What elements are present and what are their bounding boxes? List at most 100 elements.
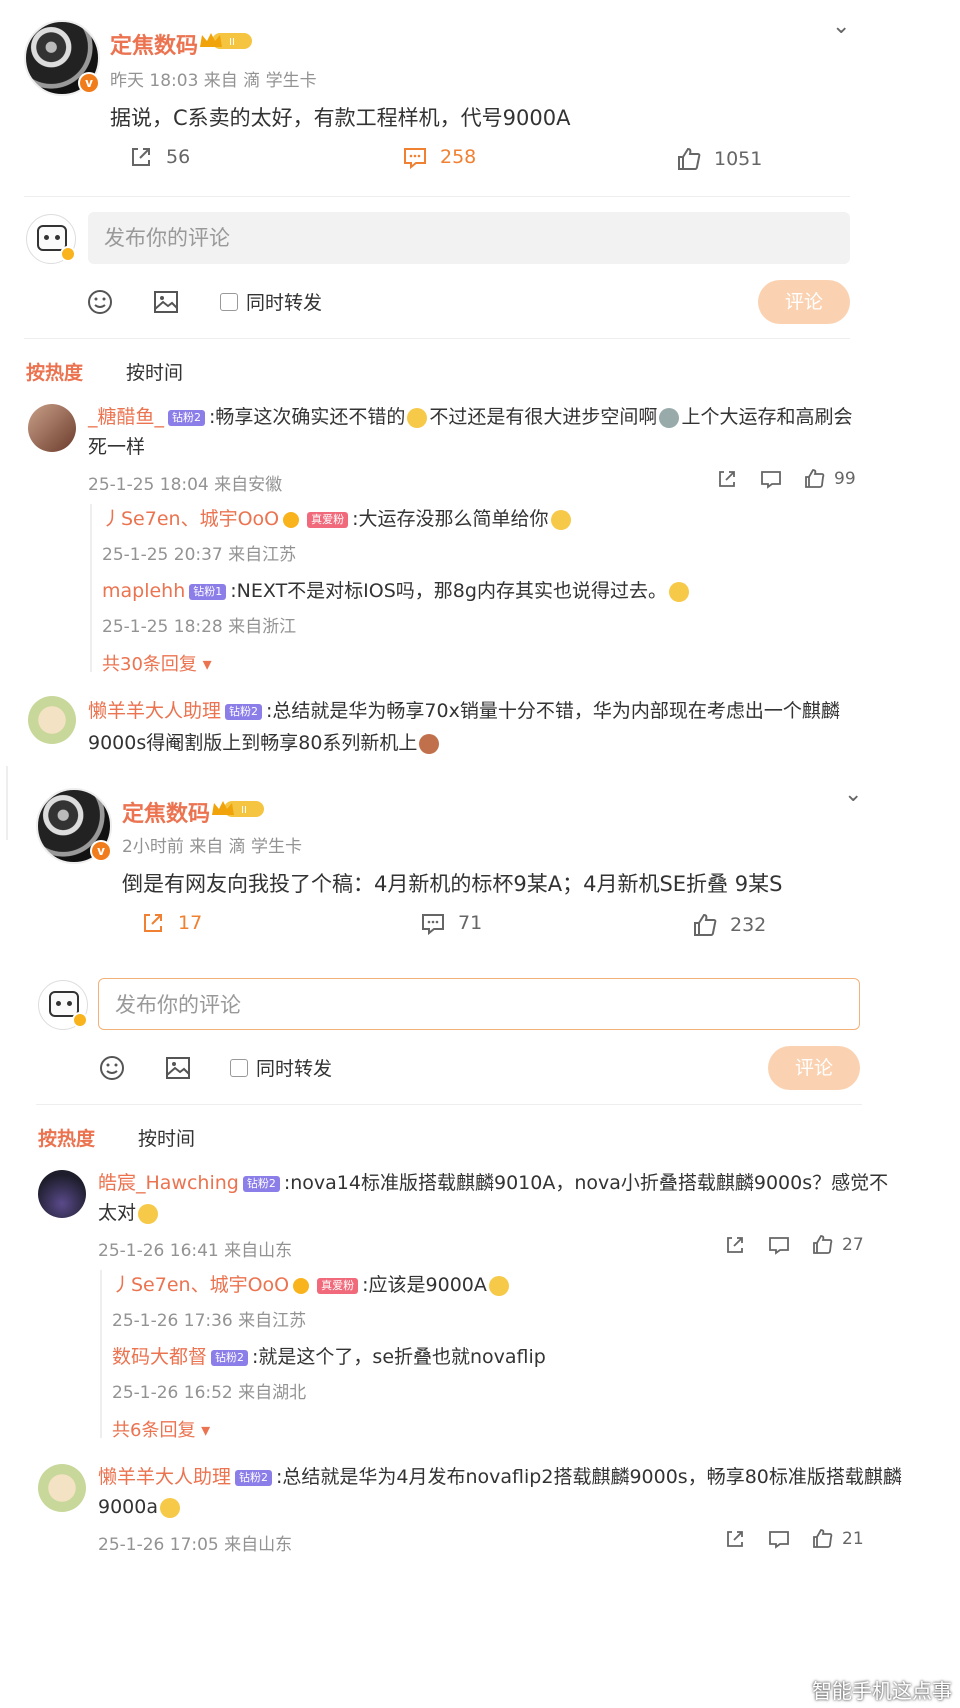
comment-reply-button[interactable] [768,1528,790,1550]
fan-badge: 钻粉2 [235,1469,273,1486]
commenter-name[interactable]: 懒羊羊大人助理 [98,1466,231,1488]
post-text: 据说，C系卖的太好，有款工程样机，代号9000A [110,106,571,130]
reply-text: 丿Se7en、城宇OoO 真爱粉:大运存没那么简单给你 [102,504,573,534]
also-repost-checkbox[interactable]: 同时转发 [230,1054,332,1081]
emoji-crying-icon [659,407,680,428]
comment-body: 不过还是有很大进步空间啊 [429,406,658,428]
divider [24,338,850,339]
submit-comment-button[interactable]: 评论 [758,280,850,324]
my-verified-icon [60,246,76,262]
author-name[interactable]: 定焦数码 [110,28,198,60]
comment-body: :总结就是华为畅享70x销量十分不错，华为内部现在考虑出一个麒麟 [266,700,840,722]
also-repost-label: 同时转发 [256,1058,333,1080]
repost-count: 17 [178,912,203,934]
commenter-name[interactable]: 皓宸_Hawching [98,1172,239,1194]
post-1: v 定焦数码 II 昨天 18:03 来自 滴 学生卡 ⌄ 据说，C系卖的太好，… [0,0,960,830]
verified-badge-icon: v [90,840,112,862]
watermark-text: 智能手机这点事 [812,1679,952,1703]
chevron-down-icon[interactable]: ⌄ [844,782,862,807]
commenter-avatar[interactable] [28,696,76,744]
reply-body: :NEXT不是对标IOS吗，那8g内存其实也说得过去。 [230,580,667,602]
emoji-dog-icon [488,1275,509,1296]
also-repost-checkbox[interactable]: 同时转发 [220,288,322,315]
reply-meta: 25-1-26 16:52 来自湖北 [112,1383,307,1403]
more-replies-link[interactable]: 共30条回复 ▾ [102,650,212,676]
post-text: 倒是有网友向我投了个稿：4月新机的标杯9某A；4月新机SE折叠 9某S [122,872,783,896]
fan-badge: 真爱粉 [307,511,349,528]
comment-repost-button[interactable] [724,1234,746,1256]
comment-body: :nova14标准版搭载麒麟9010A，nova小折叠搭载麒麟9000s？感觉不 [283,1172,889,1194]
replier-name[interactable]: 丿Se7en、城宇OoO [102,508,279,530]
comment-button[interactable]: 258 [402,144,476,170]
sort-by-hot-tab[interactable]: 按热度 [38,1124,95,1151]
comment-body: :畅享这次确实还不错的 [209,406,406,428]
reply-body: :就是这个了，se折叠也就novaflip [252,1346,546,1368]
reply-text: maplehh 钻粉1:NEXT不是对标IOS吗，那8g内存其实也说得过去。 [102,576,691,606]
submit-comment-button[interactable]: 评论 [768,1046,860,1090]
sort-by-hot-tab[interactable]: 按热度 [26,358,83,385]
commenter-name[interactable]: 懒羊羊大人助理 [88,700,221,722]
crown-level-icon: II [200,33,252,49]
repost-icon [719,471,735,487]
emoji-dog-icon [550,509,571,530]
commenter-avatar[interactable] [38,1170,86,1218]
checkbox-box[interactable] [230,1058,248,1077]
reply-body: :大运存没那么简单给你 [352,508,549,530]
repost-button[interactable]: 17 [140,910,202,936]
commenter-avatar[interactable] [28,404,76,452]
divider [24,196,850,197]
thumbs-up-icon [813,1529,833,1548]
replier-name[interactable]: 数码大都督 [112,1346,207,1368]
comment-button[interactable]: 71 [420,910,482,936]
fan-badge: 钻粉2 [211,1349,249,1366]
emoji-icon[interactable] [86,288,114,316]
repost-icon [132,148,150,166]
chevron-down-icon[interactable]: ⌄ [832,14,850,39]
like-button[interactable]: 232 [692,912,766,938]
comment-reply-button[interactable] [768,1234,790,1256]
like-button[interactable]: 1051 [676,146,762,172]
comment-like-button[interactable]: 99 [804,468,856,490]
also-repost-label: 同时转发 [246,292,323,314]
thumbs-up-icon [813,1235,833,1254]
emoji-icon[interactable] [98,1054,126,1082]
thumbs-up-icon [678,147,701,170]
commenter-avatar[interactable] [38,1464,86,1512]
replier-name[interactable]: 丿Se7en、城宇OoO [112,1274,289,1296]
fan-badge: 钻粉2 [242,1175,280,1192]
reply-meta: 25-1-25 18:28 来自浙江 [102,617,297,637]
comment-count: 258 [440,146,477,168]
emoji-laugh-icon [668,581,689,602]
author-name[interactable]: 定焦数码 [122,796,210,828]
divider [6,766,8,840]
checkbox-box[interactable] [220,292,238,311]
more-replies-link[interactable]: 共6条回复 ▾ [112,1416,210,1442]
repost-icon [727,1237,743,1253]
comment-like-count: 27 [842,1235,864,1255]
reply-meta: 25-1-25 20:37 来自江苏 [102,545,297,565]
verified-icon [283,511,300,528]
comment-reply-button[interactable] [760,468,782,490]
commenter-name[interactable]: _糖醋鱼_ [88,406,164,428]
fan-badge: 钻粉2 [225,703,263,720]
comment-input[interactable]: 发布你的评论 [88,212,850,264]
repost-button[interactable]: 56 [128,144,190,170]
my-verified-icon [72,1012,88,1028]
comment-repost-button[interactable] [716,468,738,490]
like-count: 232 [730,914,767,936]
emoji-dog-icon [160,1497,180,1518]
comment-repost-button[interactable] [724,1528,746,1550]
reply-text: 丿Se7en、城宇OoO 真爱粉:应该是9000A [112,1270,511,1300]
comment-text: 皓宸_Hawching 钻粉2:nova14标准版搭载麒麟9010A，nova小折… [98,1168,888,1198]
image-icon[interactable] [164,1054,192,1082]
crown-level-icon: II [212,801,264,817]
replier-name[interactable]: maplehh [102,580,185,602]
comment-like-button[interactable]: 27 [812,1234,864,1256]
comment-input[interactable]: 发布你的评论 [98,978,860,1030]
sort-by-time-tab[interactable]: 按时间 [126,358,183,385]
comment-body: :总结就是华为4月发布novaflip2搭载麒麟9000s，畅享80标准版搭载麒… [276,1466,902,1488]
sort-by-time-tab[interactable]: 按时间 [138,1124,195,1151]
comment-like-button[interactable]: 21 [812,1528,864,1550]
thumbs-up-icon [805,469,825,488]
image-icon[interactable] [152,288,180,316]
